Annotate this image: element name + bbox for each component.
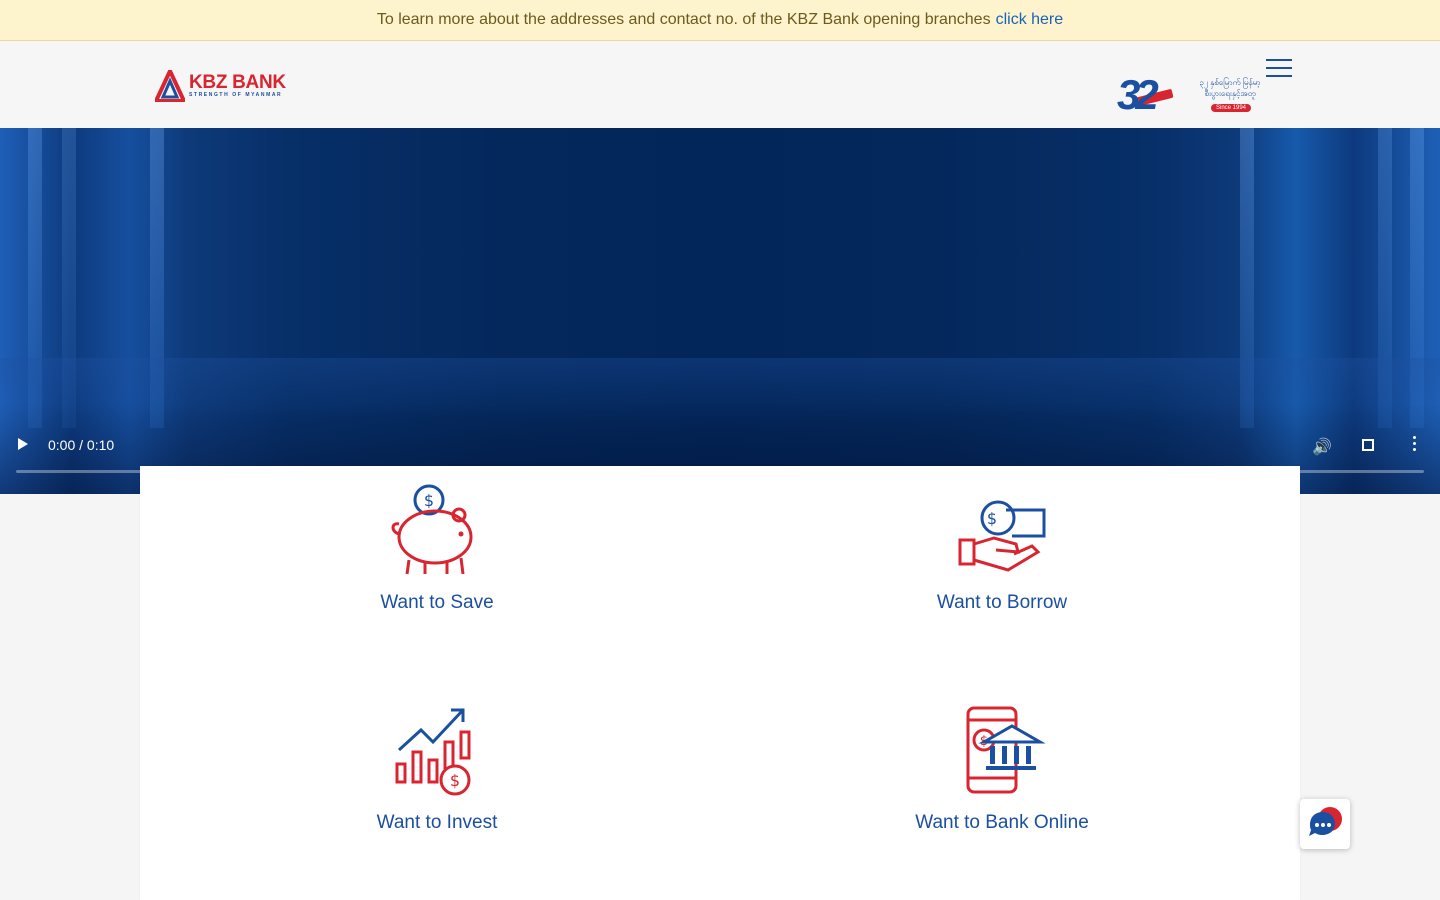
site-header: KBZ BANK STRENGTH OF MYANMAR 32 ၃၂ နှစ်မ… — [0, 41, 1440, 128]
mobile-banking-icon: $ — [966, 706, 1046, 794]
svg-text:$: $ — [987, 509, 997, 528]
triangle-logo-icon — [155, 70, 185, 102]
chat-button[interactable] — [1300, 799, 1350, 849]
hand-coin-icon: $ — [958, 500, 1046, 572]
chat-bubble-icon — [1309, 807, 1342, 836]
service-bank-online[interactable]: $ Want to Bank Online — [852, 702, 1152, 834]
more-options-icon[interactable] — [1413, 436, 1417, 452]
svg-text:$: $ — [450, 771, 460, 790]
anniversary-script: ၃၂ နှစ်မြောက် မြန်မာ့စီးပွားရေးနှင့်အတူ — [1199, 78, 1261, 98]
kbz-logo[interactable]: KBZ BANK STRENGTH OF MYANMAR — [155, 69, 295, 103]
service-label: Want to Save — [380, 592, 494, 613]
service-save[interactable]: $ Want to Save — [287, 482, 587, 614]
hero-video[interactable]: 0:00 / 0:10 🔊 — [0, 128, 1440, 494]
service-label: Want to Bank Online — [915, 812, 1089, 833]
notice-banner: To learn more about the addresses and co… — [0, 0, 1440, 41]
notice-text: To learn more about the addresses and co… — [376, 11, 991, 28]
logo-name: KBZ BANK — [189, 72, 286, 93]
fullscreen-icon[interactable] — [1362, 439, 1374, 451]
anniversary-number: 32 — [1117, 71, 1159, 118]
services-card: $ Want to Save $ Want to Borrow $ Want t… — [140, 466, 1300, 900]
hamburger-menu-icon[interactable] — [1266, 59, 1294, 81]
piggy-bank-icon: $ — [391, 484, 473, 575]
anniversary-badge: 32 ၃၂ နှစ်မြောက် မြန်မာ့စီးပွားရေးနှင့်အ… — [1115, 71, 1275, 121]
growth-chart-icon: $ — [395, 708, 471, 796]
play-icon[interactable] — [18, 438, 28, 450]
logo-tagline: STRENGTH OF MYANMAR — [189, 92, 283, 98]
notice-link[interactable]: click here — [996, 11, 1064, 29]
video-time: 0:00 / 0:10 — [48, 437, 115, 453]
service-label: Want to Borrow — [936, 592, 1068, 613]
service-borrow[interactable]: $ Want to Borrow — [852, 482, 1152, 614]
anniversary-since: Since 1994 — [1211, 104, 1252, 112]
service-label: Want to Invest — [376, 812, 498, 833]
svg-text:$: $ — [424, 491, 434, 510]
service-invest[interactable]: $ Want to Invest — [287, 702, 587, 834]
volume-icon[interactable]: 🔊 — [1312, 437, 1332, 457]
